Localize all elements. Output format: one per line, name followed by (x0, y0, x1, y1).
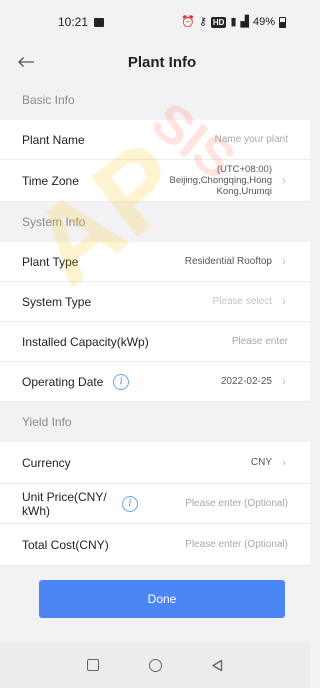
operating-date-row[interactable]: Operating Date i 2022-02-25 › (0, 362, 310, 402)
chevron-right-icon: › (282, 375, 286, 388)
gallery-notification-icon (94, 17, 105, 27)
status-right: ⏰ ⚷ HD ▮ ▟ 49% (181, 16, 286, 28)
installed-capacity-row[interactable]: Installed Capacity(kWp) Please enter (0, 322, 310, 362)
alarm-icon: ⏰ (181, 15, 195, 28)
footer-actions: Done (0, 566, 310, 642)
triangle-back-icon (212, 659, 223, 671)
info-icon[interactable]: i (113, 373, 130, 390)
back-button[interactable] (209, 657, 225, 673)
total-cost-input[interactable]: Please enter (Optional) (185, 539, 288, 550)
system-nav-bar (0, 642, 310, 688)
installed-capacity-label: Installed Capacity(kWp) (22, 334, 149, 349)
back-arrow-icon[interactable] (14, 50, 38, 74)
plant-name-label: Plant Name (22, 132, 85, 147)
hd-badge: HD (210, 16, 227, 28)
unit-price-row[interactable]: Unit Price(CNY/ kWh) i Please enter (Opt… (0, 484, 310, 524)
info-icon[interactable]: i (122, 495, 138, 512)
home-button[interactable] (147, 657, 163, 673)
plant-type-value: Residential Rooftop (184, 256, 272, 267)
unit-price-input[interactable]: Please enter (Optional) (185, 498, 288, 509)
time-zone-label: Time Zone (22, 173, 79, 188)
square-icon (87, 659, 99, 671)
plant-name-row[interactable]: Plant Name Name your plant (0, 120, 310, 160)
plant-type-label: Plant Type (22, 254, 79, 269)
chevron-right-icon: › (282, 295, 286, 308)
status-time: 10:21 (58, 15, 89, 29)
circle-icon (148, 658, 162, 672)
unit-price-label: Unit Price(CNY/ kWh) (22, 489, 107, 518)
system-type-select[interactable]: Please select (213, 296, 272, 307)
currency-row[interactable]: Currency CNY › (0, 442, 310, 484)
signal-icon: ▟ (240, 15, 249, 28)
battery-percent: 49% (252, 16, 275, 28)
plant-name-input[interactable]: Name your plant (215, 134, 288, 145)
status-left: 10:21 (58, 15, 105, 29)
operating-date-label: Operating Date (22, 374, 104, 389)
chevron-right-icon: › (282, 255, 286, 268)
system-type-row[interactable]: System Type Please select › (0, 282, 310, 322)
unit-price-label-group: Unit Price(CNY/ kWh) i (22, 490, 138, 518)
total-cost-label: Total Cost(CNY) (22, 537, 109, 552)
page-header: Plant Info (0, 44, 310, 80)
operating-date-value: 2022-02-25 (220, 376, 272, 387)
chevron-right-icon: › (282, 174, 286, 187)
total-cost-row[interactable]: Total Cost(CNY) Please enter (Optional) (0, 524, 310, 566)
key-icon: ⚷ (198, 15, 207, 28)
time-zone-row[interactable]: Time Zone (UTC+08:00) Beijing,Chongqing,… (0, 160, 310, 202)
plant-type-row[interactable]: Plant Type Residential Rooftop › (0, 242, 310, 282)
status-bar: 10:21 ⏰ ⚷ HD ▮ ▟ 49% (0, 0, 310, 44)
operating-date-label-group: Operating Date i (22, 373, 130, 390)
chevron-right-icon: › (282, 456, 286, 469)
system-type-label: System Type (22, 294, 92, 309)
currency-value: CNY (250, 457, 272, 468)
done-button[interactable]: Done (39, 580, 285, 618)
time-zone-value: (UTC+08:00) Beijing,Chongqing,Hong Kong,… (169, 164, 272, 197)
installed-capacity-input[interactable]: Please enter (232, 336, 288, 347)
section-system-info: System Info (0, 202, 310, 242)
currency-label: Currency (22, 455, 71, 470)
vibrate-icon: ▮ (230, 15, 237, 28)
page-title: Plant Info (127, 53, 197, 71)
battery-icon (279, 16, 286, 28)
section-basic-info: Basic Info (0, 80, 310, 120)
section-yield-info: Yield Info (0, 402, 310, 442)
recent-apps-button[interactable] (85, 657, 101, 673)
